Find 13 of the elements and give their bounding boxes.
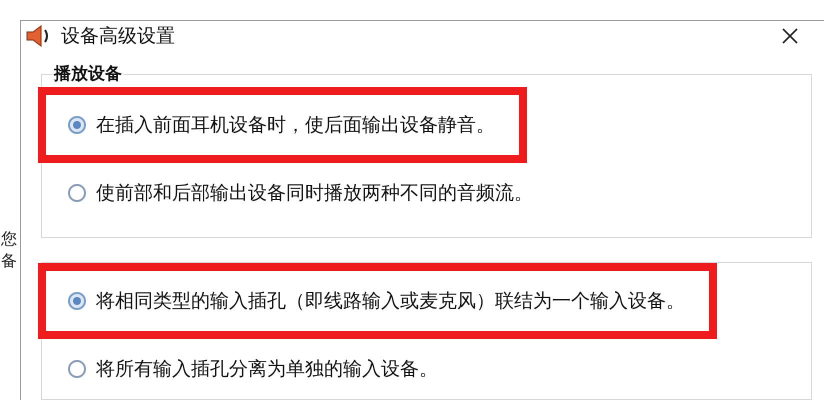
radio-button[interactable] (68, 360, 86, 378)
option-label: 将相同类型的输入插孔（即线路输入或麦克风）联结为一个输入设备。 (96, 288, 685, 314)
group-title: 播放设备 (52, 62, 123, 86)
option-label: 将所有输入插孔分离为单独的输入设备。 (96, 356, 438, 382)
option-label: 使前部和后部输出设备同时播放两种不同的音频流。 (96, 180, 533, 206)
radio-button[interactable] (68, 292, 86, 310)
close-icon (781, 27, 799, 46)
option-label: 在插入前面耳机设备时，使后面输出设备静音。 (96, 112, 495, 138)
background-text: 备 (0, 250, 18, 272)
window-title: 设备高级设置 (61, 24, 175, 49)
radio-button[interactable] (68, 184, 86, 202)
radio-button[interactable] (68, 116, 86, 134)
background-text: 您 (0, 228, 18, 250)
